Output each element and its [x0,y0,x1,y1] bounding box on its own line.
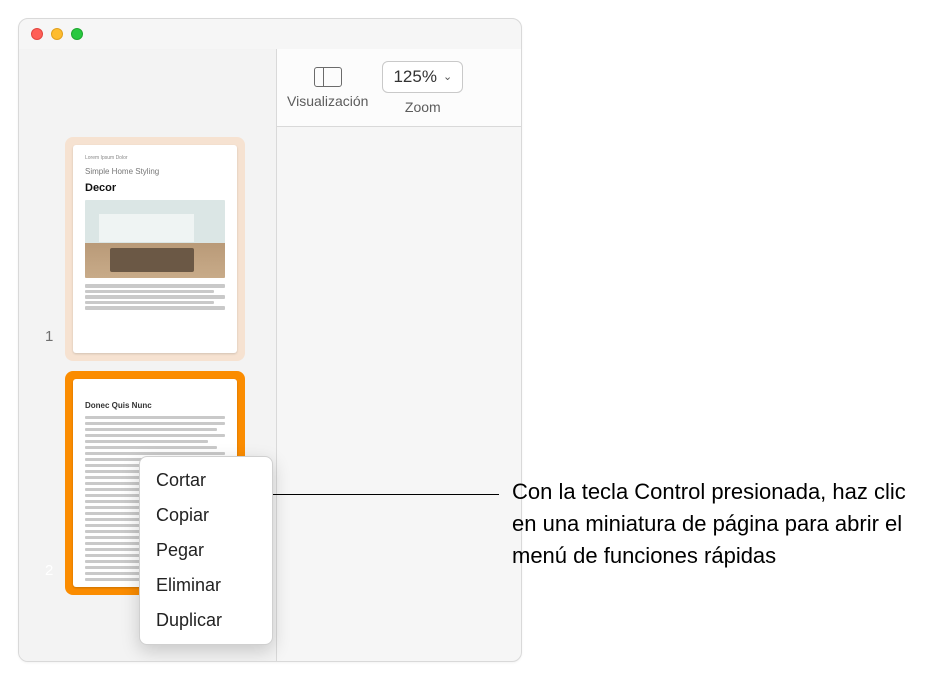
page-number-1: 1 [45,328,53,345]
zoom-value: 125% [393,67,436,87]
window-close-button[interactable] [31,28,43,40]
callout-leader-line [266,494,499,495]
view-toolbar-label: Visualización [287,93,368,109]
zoom-toolbar-label: Zoom [405,99,441,115]
page1-body-placeholder [85,284,225,310]
app-window: Visualización 125% ⌄ Zoom Lorem Ipsum Do… [18,18,522,662]
chevron-down-icon: ⌄ [443,70,452,83]
view-mode-icon [314,67,342,87]
window-maximize-button[interactable] [71,28,83,40]
page1-subtitle: Simple Home Styling [85,167,225,176]
context-menu: Cortar Copiar Pegar Eliminar Duplicar [139,456,273,645]
page1-header-small: Lorem Ipsum Dolor [85,155,225,161]
zoom-toolbar-item: 125% ⌄ Zoom [382,61,463,115]
toolbar: Visualización 125% ⌄ Zoom [277,49,521,127]
page1-title: Decor [85,182,225,194]
page2-heading: Donec Quis Nunc [85,401,225,410]
context-menu-cut[interactable]: Cortar [140,463,272,498]
callout-text: Con la tecla Control presionada, haz cli… [512,476,922,572]
context-menu-delete[interactable]: Eliminar [140,568,272,603]
zoom-dropdown[interactable]: 125% ⌄ [382,61,463,93]
page-preview-1: Lorem Ipsum Dolor Simple Home Styling De… [73,145,237,353]
context-menu-duplicate[interactable]: Duplicar [140,603,272,638]
titlebar [19,19,521,49]
page-thumbnail-1-wrap: Lorem Ipsum Dolor Simple Home Styling De… [31,137,264,361]
view-toolbar-item[interactable]: Visualización [287,67,368,109]
page1-hero-image [85,200,225,278]
page-number-2: 2 [45,562,53,579]
context-menu-paste[interactable]: Pegar [140,533,272,568]
window-minimize-button[interactable] [51,28,63,40]
context-menu-copy[interactable]: Copiar [140,498,272,533]
page-thumbnail-1[interactable]: Lorem Ipsum Dolor Simple Home Styling De… [65,137,245,361]
